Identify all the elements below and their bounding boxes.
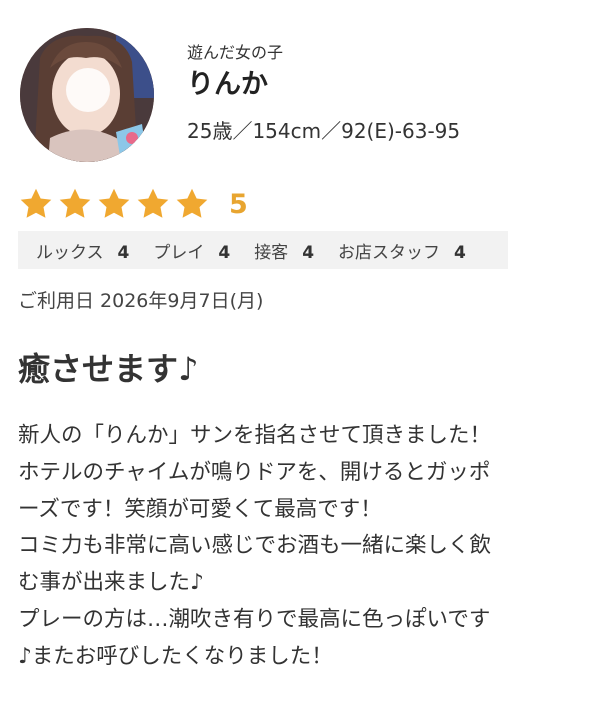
subscore-value: 4 [117,242,130,263]
star-icon [96,186,132,222]
visit-date: ご利用日 2026年9月7日(月) [18,290,264,312]
stars-row [18,186,213,222]
subscore-item: お店スタッフ 4 [338,238,466,263]
profile-info: 遊んだ女の子 りんか 25歳／154cm／92(E)-63-95 [187,42,460,146]
review-line: ホテルのチャイムが鳴りドアを、開けるとガッポ [18,459,491,485]
review-line: ♪またお呼びしたくなりました！ [18,643,333,669]
rating-score: 5 [229,188,248,220]
girl-specs: 25歳／154cm／92(E)-63-95 [187,119,461,143]
subscore-item: 接客 4 [254,238,314,263]
review-title: 癒させます♪ [18,350,199,388]
subscore-label: ルックス [36,242,104,263]
subscore-label: プレイ [153,242,205,263]
subscore-label: お店スタッフ [338,242,441,263]
review-line: 新人の「りんか」サンを指名させて頂きました！ [18,423,492,448]
subscore-bar: ルックス 4 プレイ 4 接客 4 お店スタッフ 4 [18,231,508,269]
subscore-value: 4 [454,242,466,263]
profile-photo-icon [20,28,154,162]
star-icon [135,186,171,222]
profile-header: 遊んだ女の子 りんか 25歳／154cm／92(E)-63-95 [20,28,580,164]
star-icon [174,186,210,222]
subscore-item: ルックス 4 [36,238,129,263]
subscore-value: 4 [218,242,231,263]
review-line: ーズです！笑顔が可愛くて最高です！ [18,496,382,522]
avatar[interactable] [20,28,154,162]
review-body: 新人の「りんか」サンを指名させて頂きました！ ホテルのチャイムが鳴りドアを、開ける… [18,418,584,676]
subscore-item: プレイ 4 [153,238,230,263]
review-line: コミ力も非常に高い感じでお酒も一緒に楽しく飲 [18,533,492,559]
review-line: プレーの方は…潮吹き有りで最高に色っぽいです [18,606,491,632]
star-rating: 5 [18,184,248,224]
star-icon [18,186,54,222]
girl-label: 遊んだ女の子 [187,43,284,62]
girl-name[interactable]: りんか [187,66,460,104]
review-line: む事が出来ました♪ [18,570,204,596]
subscore-value: 4 [302,242,315,263]
star-icon [57,186,93,222]
subscore-label: 接客 [254,242,289,263]
